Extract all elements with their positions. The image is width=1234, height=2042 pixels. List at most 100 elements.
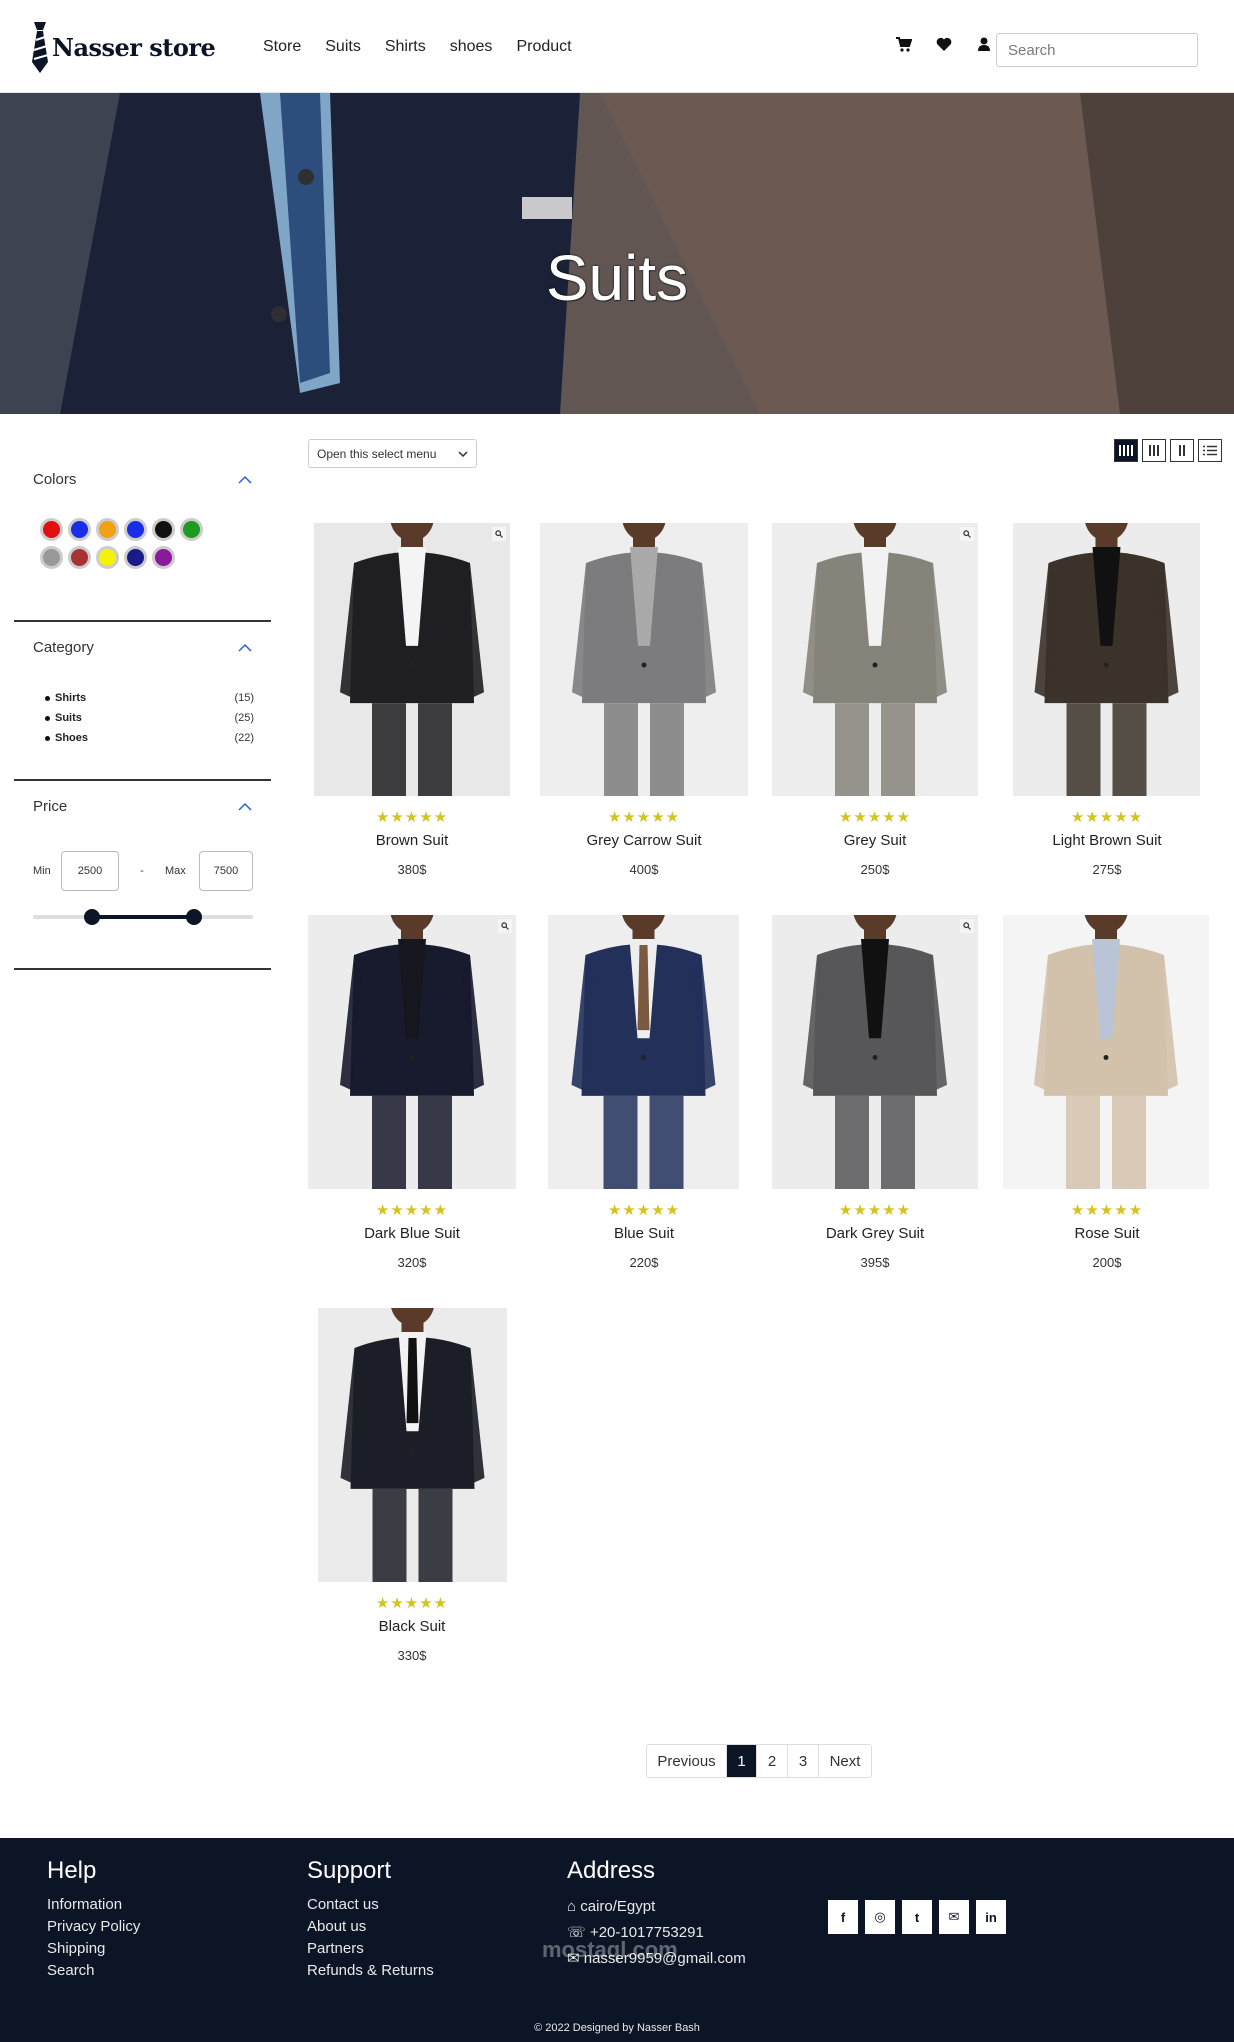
pagination-page-2[interactable]: 2: [756, 1745, 787, 1777]
product-price: 220$: [629, 1255, 659, 1270]
product-image[interactable]: [772, 915, 978, 1189]
category-item[interactable]: Suits (25): [45, 708, 254, 728]
grid-3-view-button[interactable]: [1142, 439, 1166, 462]
user-icon[interactable]: [975, 35, 993, 53]
footer-link[interactable]: Privacy Policy: [47, 1916, 140, 1938]
rating-stars: ★★★★★: [1070, 1202, 1144, 1219]
product-image[interactable]: [314, 523, 510, 796]
price-slider[interactable]: [33, 909, 253, 925]
product-card[interactable]: ★★★★★ Light Brown Suit 275$: [997, 523, 1217, 883]
price-filter: Price Min 2500 - Max 7500: [14, 787, 271, 970]
category-item[interactable]: Shoes (22): [45, 728, 254, 748]
product-card[interactable]: ★★★★★ Black Suit 330$: [302, 1308, 522, 1668]
footer-link[interactable]: Shipping: [47, 1938, 140, 1960]
max-price-input[interactable]: 7500: [199, 851, 253, 891]
cart-icon[interactable]: [895, 35, 913, 53]
facebook-icon[interactable]: f: [828, 1900, 858, 1934]
colors-filter-header[interactable]: Colors: [14, 460, 271, 498]
product-image[interactable]: [772, 523, 978, 796]
product-name[interactable]: Dark Grey Suit: [765, 1225, 985, 1242]
zoom-icon[interactable]: [960, 527, 974, 541]
product-card[interactable]: ★★★★★ Blue Suit 220$: [534, 915, 754, 1275]
footer-link[interactable]: Search: [47, 1960, 140, 1982]
product-name[interactable]: Dark Blue Suit: [302, 1225, 522, 1242]
product-card[interactable]: ★★★★★ Dark Blue Suit 320$: [302, 915, 522, 1275]
product-image[interactable]: [548, 915, 739, 1189]
grid-2-view-button[interactable]: [1170, 439, 1194, 462]
color-swatch[interactable]: [96, 518, 119, 541]
list-view-button[interactable]: [1198, 439, 1222, 462]
linkedin-icon[interactable]: in: [976, 1900, 1006, 1934]
pagination-previous[interactable]: Previous: [647, 1745, 726, 1777]
color-swatch[interactable]: [124, 518, 147, 541]
nav-shoes[interactable]: shoes: [450, 38, 493, 56]
nav-shirts[interactable]: Shirts: [385, 38, 426, 56]
range-separator: -: [140, 865, 144, 877]
pagination-next[interactable]: Next: [818, 1745, 871, 1777]
footer-link[interactable]: Partners: [307, 1938, 434, 1960]
color-swatch[interactable]: [152, 546, 175, 569]
color-swatch[interactable]: [40, 518, 63, 541]
product-name[interactable]: Grey Carrow Suit: [534, 832, 754, 849]
category-name: Shoes: [45, 732, 88, 744]
product-image[interactable]: [540, 523, 748, 796]
nav-suits[interactable]: Suits: [325, 38, 361, 56]
product-image[interactable]: [1003, 915, 1209, 1189]
category-filter-title: Category: [33, 638, 94, 656]
footer-link[interactable]: Refunds & Returns: [307, 1960, 434, 1982]
price-filter-header[interactable]: Price: [14, 787, 271, 825]
suit-model-illustration: [1003, 915, 1209, 1189]
brand-logo[interactable]: Nasser store: [30, 20, 216, 74]
product-name[interactable]: Light Brown Suit: [997, 832, 1217, 849]
color-swatch[interactable]: [152, 518, 175, 541]
zoom-icon[interactable]: [960, 919, 974, 933]
product-image[interactable]: [308, 915, 516, 1189]
product-image[interactable]: [318, 1308, 507, 1582]
color-swatch[interactable]: [68, 546, 91, 569]
grid-4-view-button[interactable]: [1114, 439, 1138, 462]
product-name[interactable]: Blue Suit: [534, 1225, 754, 1242]
color-swatch[interactable]: [180, 518, 203, 541]
instagram-icon[interactable]: ◎: [865, 1900, 895, 1934]
nav-store[interactable]: Store: [263, 38, 301, 56]
category-item[interactable]: Shirts (15): [45, 688, 254, 708]
zoom-icon[interactable]: [498, 919, 512, 933]
rating-stars: ★★★★★: [375, 809, 449, 826]
nav-product[interactable]: Product: [516, 38, 571, 56]
product-name[interactable]: Grey Suit: [765, 832, 985, 849]
min-price-input[interactable]: 2500: [61, 851, 119, 891]
search-input[interactable]: [996, 33, 1198, 67]
product-card[interactable]: ★★★★★ Rose Suit 200$: [997, 915, 1217, 1275]
max-label: Max: [165, 865, 186, 877]
color-swatch[interactable]: [96, 546, 119, 569]
footer-link[interactable]: Information: [47, 1894, 140, 1916]
copyright: © 2022 Designed by Nasser Bash: [534, 2022, 700, 2034]
footer-link[interactable]: Contact us: [307, 1894, 434, 1916]
slider-min-handle[interactable]: [84, 909, 101, 925]
color-swatch[interactable]: [124, 546, 147, 569]
product-image[interactable]: [1013, 523, 1200, 796]
email-icon[interactable]: ✉: [939, 1900, 969, 1934]
product-name[interactable]: Brown Suit: [302, 832, 522, 849]
product-card[interactable]: ★★★★★ Brown Suit 380$: [302, 523, 522, 883]
product-card[interactable]: ★★★★★ Grey Carrow Suit 400$: [534, 523, 754, 883]
heart-icon[interactable]: [935, 35, 953, 53]
pagination-page-3[interactable]: 3: [787, 1745, 818, 1777]
footer-support: Support Contact us About us Partners Ref…: [307, 1857, 434, 1982]
category-filter-header[interactable]: Category: [14, 628, 271, 666]
slider-max-handle[interactable]: [185, 909, 202, 925]
product-name[interactable]: Rose Suit: [997, 1225, 1217, 1242]
zoom-icon[interactable]: [492, 527, 506, 541]
color-swatch[interactable]: [68, 518, 91, 541]
product-card[interactable]: ★★★★★ Grey Suit 250$: [765, 523, 985, 883]
sort-select[interactable]: Open this select menu: [308, 439, 477, 468]
address-city: cairo/Egypt: [580, 1898, 656, 1915]
product-card[interactable]: ★★★★★ Dark Grey Suit 395$: [765, 915, 985, 1275]
color-swatch[interactable]: [40, 546, 63, 569]
pagination-page-1[interactable]: 1: [726, 1745, 756, 1777]
price-controls: Min 2500 - Max 7500: [14, 825, 271, 1007]
category-list: Shirts (15) Suits (25) Shoes (22): [14, 666, 271, 770]
twitter-icon[interactable]: t: [902, 1900, 932, 1934]
product-name[interactable]: Black Suit: [302, 1618, 522, 1635]
footer-link[interactable]: About us: [307, 1916, 434, 1938]
